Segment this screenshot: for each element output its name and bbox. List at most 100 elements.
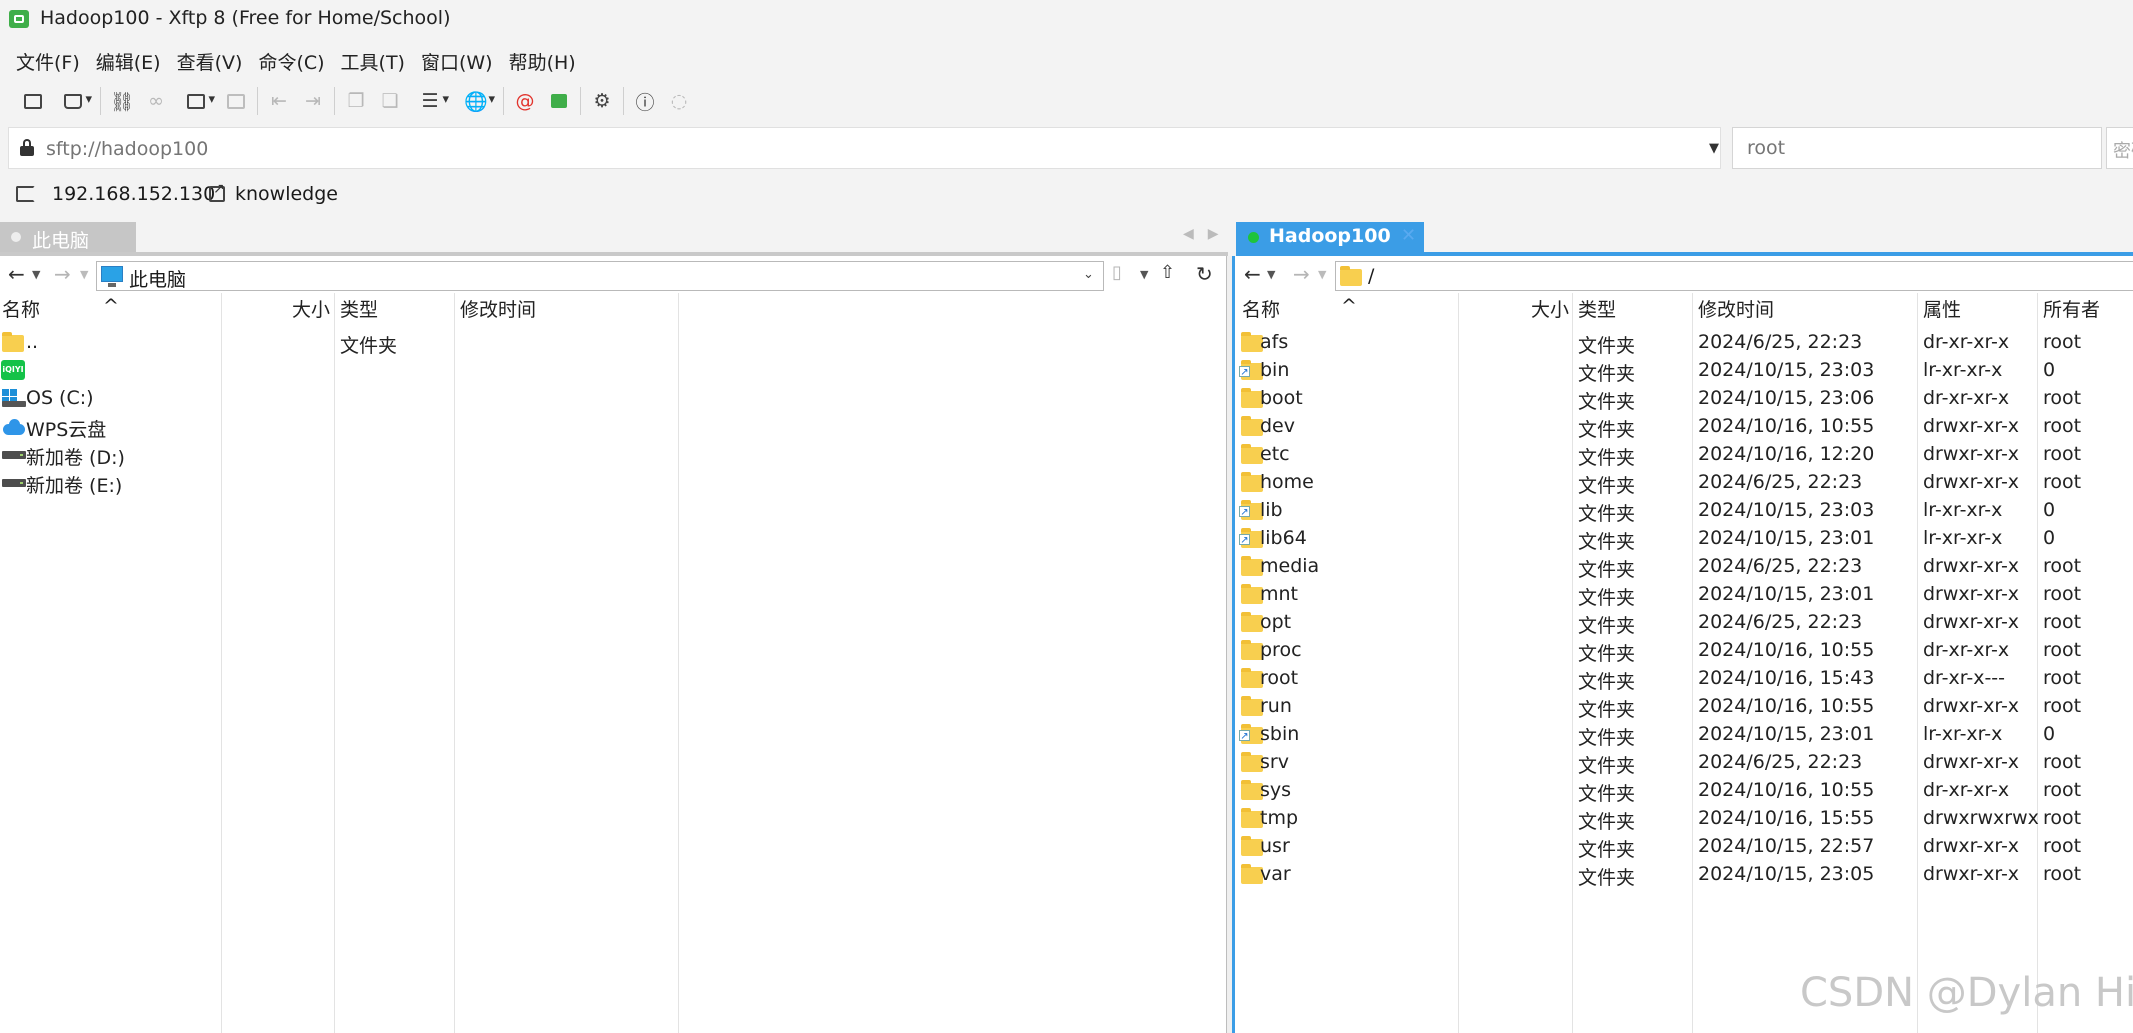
tab-local[interactable]: 此电脑: [0, 222, 136, 252]
back-arrow-icon[interactable]: ←: [8, 262, 25, 286]
menu-edit[interactable]: 编辑(E): [88, 44, 169, 78]
menu-command[interactable]: 命令(C): [250, 44, 332, 78]
list-item[interactable]: .. 文件夹: [0, 329, 1226, 357]
col-name[interactable]: 名称: [1242, 295, 1280, 322]
refresh-icon[interactable]: ↻: [1196, 262, 1213, 286]
session-name-link[interactable]: knowledge: [235, 183, 338, 205]
table-row[interactable]: home 文件夹 2024/6/25, 22:23 drwxr-xr-x root: [1235, 469, 2133, 497]
item-name: WPS云盘: [26, 419, 107, 441]
list-item[interactable]: 新加卷 (E:): [0, 469, 1226, 497]
chevron-down-icon[interactable]: ⌄: [1083, 267, 1094, 282]
xshell-button[interactable]: @: [508, 85, 542, 117]
copy-button[interactable]: ❐: [339, 85, 373, 117]
close-icon[interactable]: ✕: [1401, 225, 1416, 246]
chevron-down-icon[interactable]: ▼: [1267, 268, 1275, 281]
menu-window[interactable]: 窗口(W): [413, 44, 501, 78]
lock-icon: [20, 139, 34, 156]
list-item[interactable]: 新加卷 (D:): [0, 441, 1226, 469]
table-row[interactable]: lib64 文件夹 2024/10/15, 23:01 lr-xr-xr-x 0: [1235, 525, 2133, 553]
table-row[interactable]: root 文件夹 2024/10/16, 15:43 dr-xr-x--- root: [1235, 665, 2133, 693]
menu-help[interactable]: 帮助(H): [501, 44, 584, 78]
col-name[interactable]: 名称: [2, 295, 40, 322]
globe-icon: 🌐: [464, 90, 488, 113]
table-row[interactable]: var 文件夹 2024/10/15, 23:05 drwxr-xr-x root: [1235, 861, 2133, 889]
tab-scroll-arrows[interactable]: ◀▶: [1183, 226, 1233, 242]
windows-drive-icon: [2, 389, 26, 408]
disconnect-button[interactable]: ⛓: [105, 85, 139, 117]
settings-button[interactable]: ⚙: [585, 85, 619, 117]
table-row[interactable]: sys 文件夹 2024/10/16, 10:55 dr-xr-xr-x root: [1235, 777, 2133, 805]
title-bar: Hadoop100 - Xftp 8 (Free for Home/School…: [0, 0, 2133, 38]
new-session-button[interactable]: [16, 85, 50, 117]
item-attributes: drwxr-xr-x: [1923, 443, 2020, 465]
table-row[interactable]: dev 文件夹 2024/10/16, 10:55 drwxr-xr-x root: [1235, 413, 2133, 441]
view-mode-button[interactable]: ☰: [407, 85, 453, 117]
table-row[interactable]: sbin 文件夹 2024/10/15, 23:01 lr-xr-xr-x 0: [1235, 721, 2133, 749]
upload-button[interactable]: ⇤: [262, 85, 296, 117]
item-modified: 2024/6/25, 22:23: [1698, 611, 1863, 633]
help-button[interactable]: ⓘ: [628, 85, 662, 117]
xshell-icon: @: [515, 90, 535, 112]
table-row[interactable]: usr 文件夹 2024/10/15, 22:57 drwxr-xr-x root: [1235, 833, 2133, 861]
download-button[interactable]: ⇥: [296, 85, 330, 117]
chevron-down-icon[interactable]: ▼: [80, 268, 88, 281]
item-attributes: drwxr-xr-x: [1923, 583, 2020, 605]
item-modified: 2024/10/15, 23:01: [1698, 527, 1875, 549]
table-row[interactable]: opt 文件夹 2024/6/25, 22:23 drwxr-xr-x root: [1235, 609, 2133, 637]
up-folder-icon[interactable]: ⇧: [1160, 262, 1175, 283]
menu-view[interactable]: 查看(V): [169, 44, 251, 78]
forward-arrow-icon[interactable]: →: [1293, 262, 1310, 286]
remote-path-box[interactable]: /: [1335, 261, 2133, 291]
col-type[interactable]: 类型: [340, 295, 378, 322]
col-size[interactable]: 大小: [1531, 295, 1569, 322]
item-attributes: drwxr-xr-x: [1923, 863, 2020, 885]
table-row[interactable]: run 文件夹 2024/10/16, 10:55 drwxr-xr-x root: [1235, 693, 2133, 721]
col-modified[interactable]: 修改时间: [1698, 295, 1774, 322]
col-owner[interactable]: 所有者: [2043, 295, 2100, 322]
bookmark-icon[interactable]: ▯: [1112, 262, 1122, 283]
table-row[interactable]: proc 文件夹 2024/10/16, 10:55 dr-xr-xr-x root: [1235, 637, 2133, 665]
password-field[interactable]: 密码: [2106, 127, 2133, 169]
chat-button[interactable]: ◌: [662, 85, 696, 117]
table-row[interactable]: media 文件夹 2024/6/25, 22:23 drwxr-xr-x root: [1235, 553, 2133, 581]
list-item[interactable]: WPS云盘: [0, 413, 1226, 441]
open-session-button[interactable]: [50, 85, 96, 117]
table-row[interactable]: mnt 文件夹 2024/10/15, 23:01 drwxr-xr-x root: [1235, 581, 2133, 609]
reconnect-button[interactable]: ∞: [139, 85, 173, 117]
list-item[interactable]: OS (C:): [0, 385, 1226, 413]
back-arrow-icon[interactable]: ←: [1244, 262, 1261, 286]
chevron-down-icon[interactable]: ▼: [32, 268, 40, 281]
address-input[interactable]: [44, 136, 1698, 162]
table-row[interactable]: srv 文件夹 2024/6/25, 22:23 drwxr-xr-x root: [1235, 749, 2133, 777]
table-row[interactable]: bin 文件夹 2024/10/15, 23:03 lr-xr-xr-x 0: [1235, 357, 2133, 385]
transfer-button[interactable]: [219, 85, 253, 117]
table-row[interactable]: etc 文件夹 2024/10/16, 12:20 drwxr-xr-x root: [1235, 441, 2133, 469]
drive-icon: [2, 479, 26, 487]
forward-arrow-icon[interactable]: →: [54, 262, 71, 286]
col-type[interactable]: 类型: [1578, 295, 1616, 322]
session-host-link[interactable]: 192.168.152.130: [52, 183, 215, 205]
table-row[interactable]: afs 文件夹 2024/6/25, 22:23 dr-xr-xr-x root: [1235, 329, 2133, 357]
sort-up-icon: ^: [103, 295, 119, 317]
table-row[interactable]: tmp 文件夹 2024/10/16, 15:55 drwxrwxrwx root: [1235, 805, 2133, 833]
chevron-down-icon[interactable]: ▼: [1318, 268, 1326, 281]
menu-tools[interactable]: 工具(T): [333, 44, 413, 78]
list-item[interactable]: iQIYI: [0, 357, 1226, 385]
encoding-button[interactable]: 🌐: [453, 85, 499, 117]
paste-button[interactable]: ❏: [373, 85, 407, 117]
username-input[interactable]: [1745, 136, 2089, 160]
xftp-button[interactable]: [542, 85, 576, 117]
table-row[interactable]: lib 文件夹 2024/10/15, 23:03 lr-xr-xr-x 0: [1235, 497, 2133, 525]
tab-hadoop100[interactable]: Hadoop100 ✕: [1236, 222, 1424, 252]
col-modified[interactable]: 修改时间: [460, 295, 536, 322]
local-path-box[interactable]: 此电脑 ⌄: [96, 261, 1104, 291]
new-window-button[interactable]: [173, 85, 219, 117]
chevron-down-icon[interactable]: ▼: [1140, 268, 1148, 281]
col-size[interactable]: 大小: [292, 295, 330, 322]
menu-file[interactable]: 文件(F): [0, 44, 88, 78]
arrow-right-box-icon: ⇥: [305, 90, 321, 112]
table-row[interactable]: boot 文件夹 2024/10/15, 23:06 dr-xr-xr-x root: [1235, 385, 2133, 413]
chevron-down-icon[interactable]: ▼: [1709, 141, 1719, 156]
col-attributes[interactable]: 属性: [1923, 295, 1961, 322]
copy-icon: ❐: [347, 90, 365, 112]
